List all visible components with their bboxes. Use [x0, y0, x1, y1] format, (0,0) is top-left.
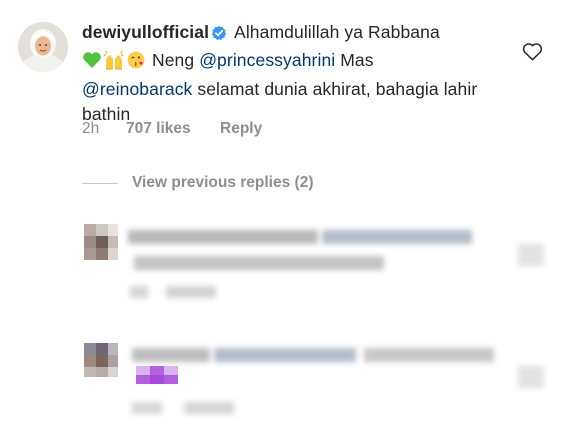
- reply-button[interactable]: Reply: [220, 120, 262, 138]
- reply-1-avatar[interactable]: [84, 224, 118, 260]
- reply-1-username-censored: [128, 230, 318, 244]
- reply-1-text-censored: [134, 256, 384, 270]
- avatar-image: [18, 22, 68, 72]
- comment-username[interactable]: dewiyullofficial: [82, 22, 209, 42]
- avatar[interactable]: [18, 22, 68, 72]
- reply-1-heart-censored: [518, 244, 544, 266]
- face-blowing-kiss-emoji: [126, 50, 146, 77]
- reply-1-meta-censored: [166, 286, 216, 298]
- heart-outline-icon[interactable]: [522, 42, 543, 66]
- comment-likes-count[interactable]: 707 likes: [126, 120, 220, 138]
- comment-body: dewiyullofficial Alhamdulillah ya Rabban…: [82, 20, 502, 127]
- reply-1-time-censored: [130, 286, 148, 298]
- reply-2-username-censored: [132, 348, 210, 362]
- replies-divider-line: [82, 182, 118, 184]
- green-heart-emoji: [82, 50, 102, 77]
- mention-link-princessyahrini[interactable]: @princessyahrini: [199, 50, 335, 70]
- view-previous-replies-button[interactable]: View previous replies (2): [82, 174, 313, 192]
- raised-hands-emoji: [103, 50, 125, 77]
- reply-2-meta-censored: [184, 402, 234, 414]
- reply-2-heart-censored: [518, 366, 544, 388]
- reply-1-mention-censored: [322, 230, 472, 244]
- comment-text-2: Neng: [151, 50, 195, 70]
- reply-2-text-censored: [364, 348, 494, 362]
- reply-2-time-censored: [132, 402, 162, 414]
- reply-2-mention-censored: [214, 348, 356, 362]
- reply-2-emoji-censored: [136, 366, 178, 384]
- mention-link-reinobarack[interactable]: @reinobarack: [82, 79, 192, 99]
- comment-timestamp[interactable]: 2h: [82, 120, 126, 138]
- view-previous-replies-label: View previous replies (2): [132, 174, 314, 191]
- comment-meta: 2h 707 likes Reply: [82, 120, 262, 138]
- comment-text-3: Mas: [340, 50, 374, 70]
- verified-badge-icon: [211, 23, 227, 48]
- comment-text-1: Alhamdulillah ya Rabbana: [234, 22, 440, 42]
- reply-2-avatar[interactable]: [84, 343, 118, 377]
